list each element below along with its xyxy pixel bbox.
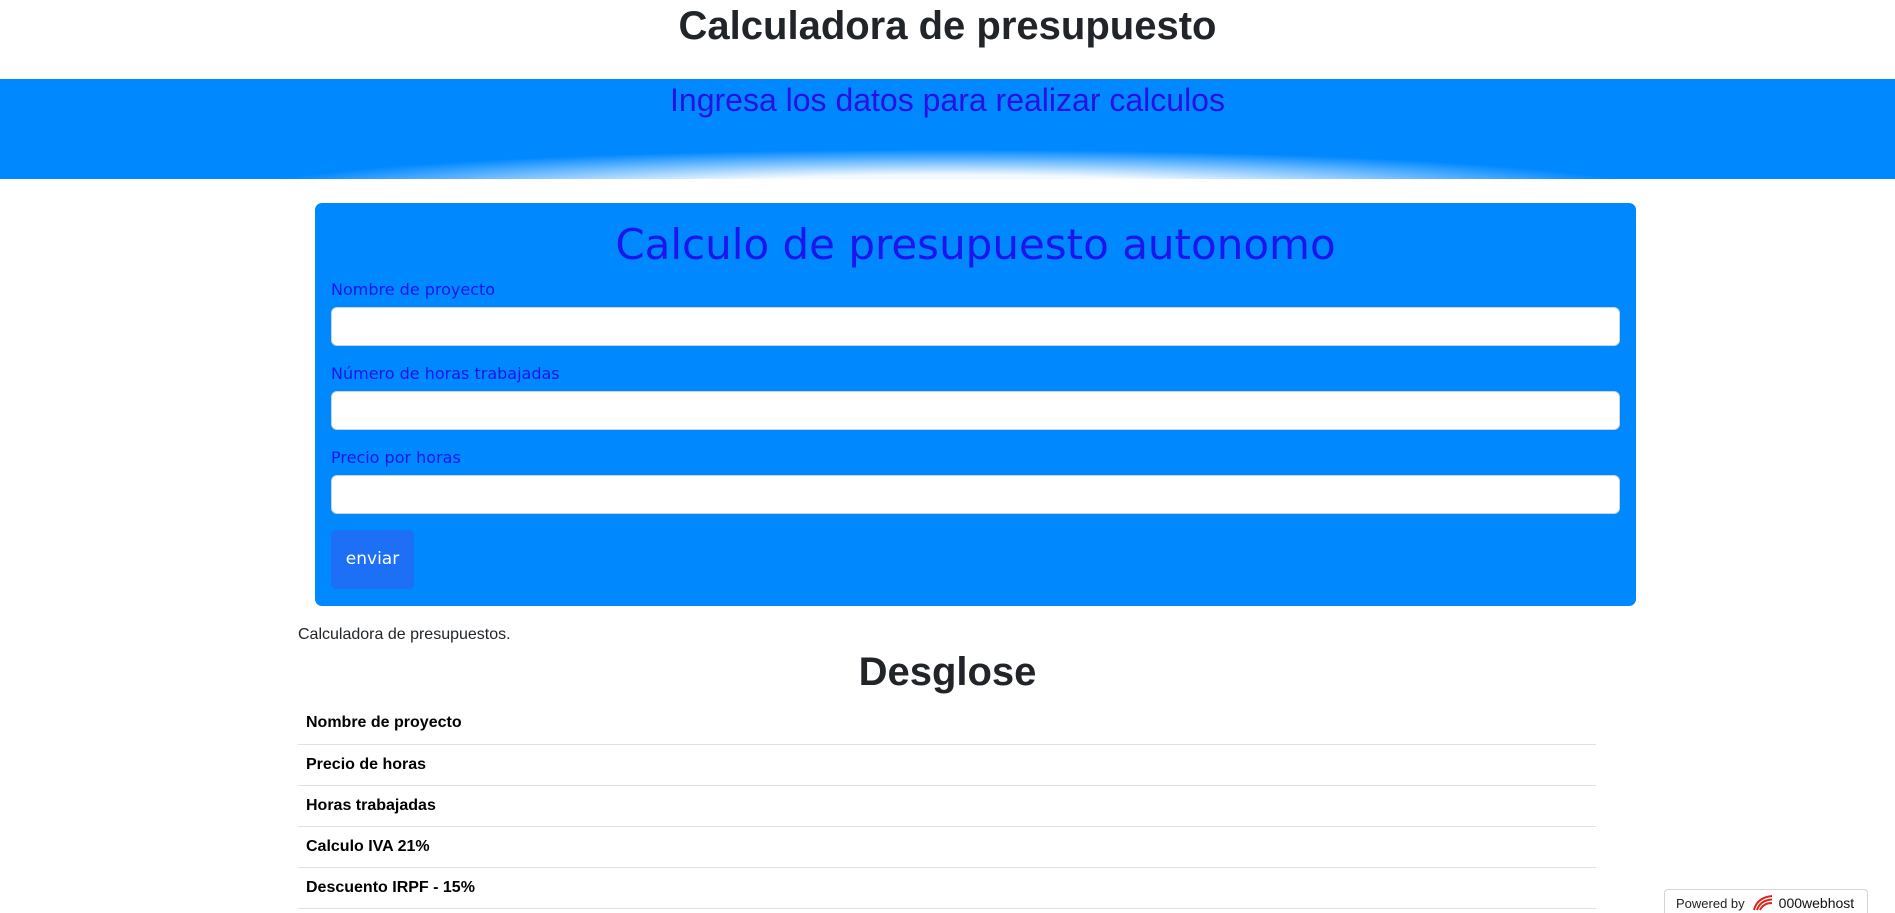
breakdown-row-label: Calculo IVA 21% [298,826,1596,868]
breakdown-title: Desglose [858,650,1037,694]
table-row: Horas trabajadas [298,785,1596,827]
price-per-hour-label: Precio por horas [331,448,461,467]
breakdown-row-label: Nombre de proyecto [298,703,1596,745]
banner: Ingresa los datos para realizar calculos [0,79,1895,179]
hours-worked-group: Número de horas trabajadas [331,364,1620,430]
breakdown-table: Nombre de proyecto Precio de horas Horas… [298,703,1596,909]
footer-note: Calculadora de presupuestos. [298,626,511,643]
budget-form: Calculo de presupuesto autonomo Nombre d… [315,203,1636,606]
000webhost-logo-icon [1752,894,1774,912]
form-heading: Calculo de presupuesto autonomo [615,220,1336,269]
project-name-group: Nombre de proyecto [331,280,1620,346]
host-name: 000webhost [1778,895,1855,911]
hours-worked-input[interactable] [331,391,1620,430]
project-name-input[interactable] [331,307,1620,346]
table-row: Descuento IRPF - 15% [298,867,1596,909]
breakdown-row-label: Precio de horas [298,744,1596,786]
breakdown-row-label: Horas trabajadas [298,785,1596,827]
host-badge-link[interactable]: Powered by 000webhost [1664,889,1868,913]
price-per-hour-input[interactable] [331,475,1620,514]
breakdown-row-label: Descuento IRPF - 15% [298,867,1596,909]
submit-button[interactable]: enviar [331,530,414,589]
banner-subtitle: Ingresa los datos para realizar calculos [670,82,1225,118]
table-row: Calculo IVA 21% [298,826,1596,868]
page-title: Calculadora de presupuesto [678,4,1217,48]
powered-by-text: Powered by [1676,895,1745,911]
price-per-hour-group: Precio por horas [331,448,1620,514]
table-row: Nombre de proyecto [298,703,1596,745]
project-name-label: Nombre de proyecto [331,280,496,299]
table-row: Precio de horas [298,744,1596,786]
hours-worked-label: Número de horas trabajadas [331,364,560,383]
